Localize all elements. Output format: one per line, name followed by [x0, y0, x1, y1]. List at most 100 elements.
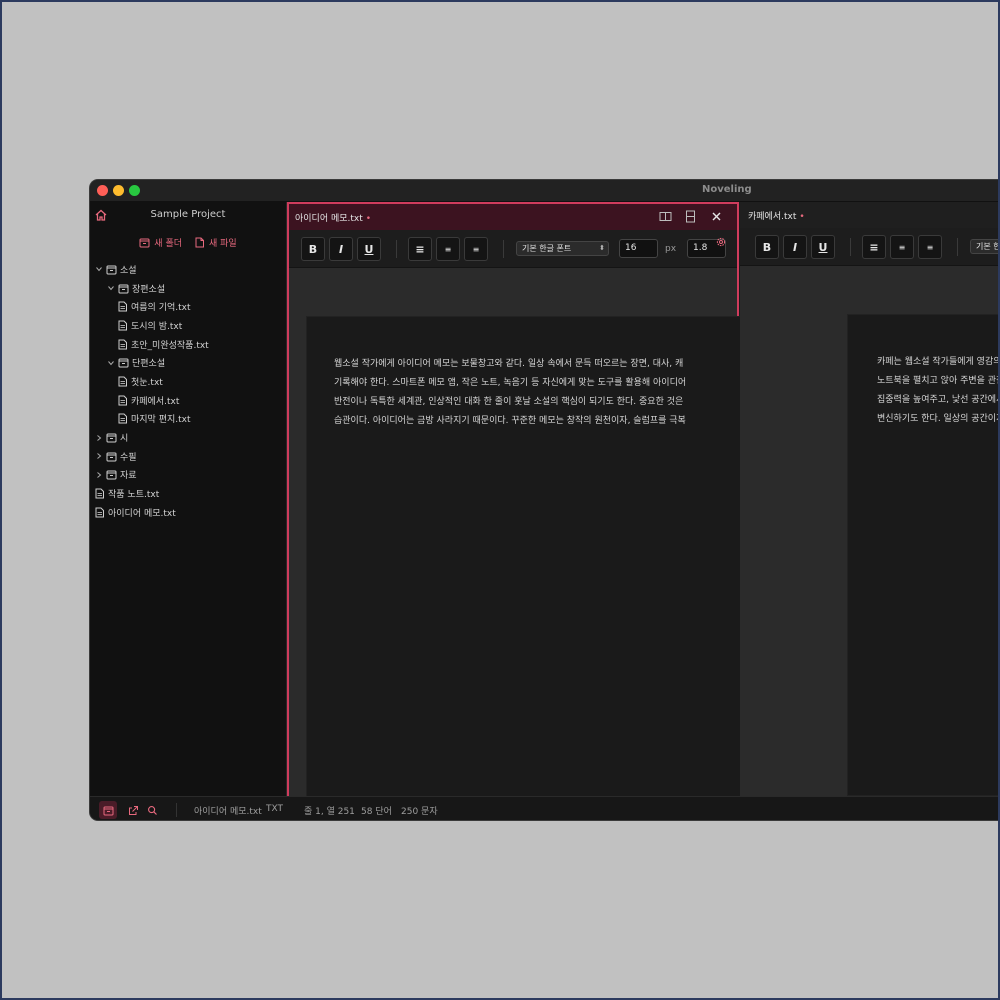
tree-item-label: 카페에서.txt: [131, 396, 180, 407]
editor-text-right[interactable]: 카페는 웹소설 작가들에게 영감의 공간이다. 커피노트북을 펼치고 앉아 주변…: [877, 353, 1000, 429]
file-plus-icon: [195, 237, 204, 247]
align-right-button[interactable]: ≡: [918, 235, 942, 259]
tree-item-label: 초안_미완성작품.txt: [131, 340, 209, 351]
tree-item-label: 소설: [120, 265, 137, 276]
paragraph-line: 습관이다. 아이디어는 금방 사라지기 때문이다. 꾸준한 메모는 창작의 원천…: [334, 416, 686, 426]
toolbar-divider: [396, 240, 397, 258]
chevron-down-icon[interactable]: [106, 283, 116, 293]
font-select[interactable]: 기본 한글 폰트 ⬍: [516, 241, 609, 256]
search-icon: [147, 805, 157, 815]
select-arrows-icon: ⬍: [599, 244, 605, 252]
chevron-right-icon[interactable]: [94, 451, 104, 461]
tree-file[interactable]: 도시의 밤.txt: [90, 316, 286, 335]
split-horizontal-icon[interactable]: [684, 210, 697, 223]
file-icon: [118, 320, 127, 331]
tree-item-label: 도시의 밤.txt: [131, 321, 183, 332]
folder-icon: [103, 806, 113, 815]
editor-pane-left: 아이디어 메모.txt • B I U ≡ ≡ ≡ 기본 한글 폰트 ⬍ 16 …: [287, 202, 741, 798]
tree-item-label: 자료: [120, 471, 137, 482]
tree-file[interactable]: 아이디어 메모.txt: [90, 503, 286, 522]
tree-file[interactable]: 작품 노트.txt: [90, 484, 286, 503]
align-right-button[interactable]: ≡: [464, 237, 488, 261]
app-title: Noveling: [702, 184, 752, 195]
status-word-count: 58 단어: [361, 807, 392, 817]
font-select-value: 기본 한글 폰트: [522, 244, 572, 253]
editor-pane-right: 카페에서.txt • B I U ≡ ≡ ≡ 기본 한 카페는 웹소설 작가들에게…: [740, 202, 1000, 796]
italic-button[interactable]: I: [783, 235, 807, 259]
file-icon: [118, 413, 127, 424]
toolbar-divider: [850, 238, 851, 256]
editor-page-left[interactable]: 웹소설 작가에게 아이디어 메모는 보물창고와 같다. 일상 속에서 문득 떠오…: [306, 316, 741, 798]
align-center-button[interactable]: ≡: [436, 237, 460, 261]
status-cursor-position: 줄 1, 열 251: [304, 807, 355, 817]
chevron-down-icon[interactable]: [106, 358, 116, 368]
split-vertical-icon[interactable]: [659, 210, 672, 223]
project-title: Sample Project: [150, 209, 226, 220]
align-left-button[interactable]: ≡: [408, 237, 432, 261]
toolbar-divider: [957, 238, 958, 256]
file-icon: [118, 395, 127, 406]
modified-indicator: •: [799, 212, 805, 222]
tree-file[interactable]: 여름의 기억.txt: [90, 297, 286, 316]
tree-file[interactable]: 초안_미완성작품.txt: [90, 335, 286, 354]
export-button[interactable]: [124, 801, 142, 819]
toolbar-divider: [503, 240, 504, 258]
bold-button[interactable]: B: [755, 235, 779, 259]
folder-icon: [118, 358, 129, 368]
close-window-button[interactable]: [97, 185, 108, 196]
tree-item-label: 작품 노트.txt: [108, 490, 160, 501]
file-tree: 소설장편소설여름의 기억.txt 도시의 밤.txt 초안_미완성작품.txt 단편소…: [90, 256, 286, 522]
new-file-button[interactable]: 새 파일: [194, 236, 237, 249]
export-icon: [128, 805, 138, 815]
align-left-button[interactable]: ≡: [862, 235, 886, 259]
tree-folder[interactable]: 소설: [90, 260, 286, 279]
file-icon: [118, 301, 127, 312]
tree-item-label: 첫눈.txt: [131, 377, 163, 388]
tree-folder[interactable]: 장편소설: [90, 279, 286, 298]
tree-item-label: 수필: [120, 452, 137, 463]
font-select[interactable]: 기본 한: [970, 239, 1000, 254]
search-button[interactable]: [143, 801, 161, 819]
tree-item-label: 시: [120, 434, 129, 445]
chevron-right-icon[interactable]: [94, 470, 104, 480]
file-icon: [95, 507, 104, 518]
italic-button[interactable]: I: [329, 237, 353, 261]
tab-title-label: 아이디어 메모.txt: [295, 214, 363, 224]
align-center-button[interactable]: ≡: [890, 235, 914, 259]
minimize-window-button[interactable]: [113, 185, 124, 196]
status-file-name: 아이디어 메모.txt: [194, 807, 262, 817]
chevron-right-icon[interactable]: [94, 433, 104, 443]
tree-file[interactable]: 카페에서.txt: [90, 391, 286, 410]
tab-bar-left: 아이디어 메모.txt •: [289, 204, 737, 230]
tree-folder[interactable]: 단편소설: [90, 353, 286, 372]
zoom-window-button[interactable]: [129, 185, 140, 196]
tree-folder[interactable]: 수필: [90, 447, 286, 466]
folder-icon: [118, 284, 129, 294]
underline-button[interactable]: U: [357, 237, 381, 261]
tab-cafe[interactable]: 카페에서.txt •: [748, 209, 805, 222]
explorer-toggle-button[interactable]: [99, 801, 117, 819]
close-tab-icon[interactable]: [710, 210, 723, 223]
tree-file[interactable]: 첫눈.txt: [90, 372, 286, 391]
chevron-down-icon[interactable]: [94, 264, 104, 274]
font-size-unit: px: [665, 244, 677, 254]
tree-folder[interactable]: 자료: [90, 466, 286, 485]
folder-icon: [106, 452, 117, 462]
tree-item-label: 장편소설: [132, 284, 166, 295]
paragraph-line: 기록해야 한다. 스마트폰 메모 앱, 작은 노트, 녹음기 등 자신에게 맞는…: [334, 378, 687, 388]
bold-button[interactable]: B: [301, 237, 325, 261]
editor-page-right[interactable]: 카페는 웹소설 작가들에게 영감의 공간이다. 커피노트북을 펼치고 앉아 주변…: [847, 314, 1000, 796]
tree-folder[interactable]: 시: [90, 428, 286, 447]
tab-ideas-memo[interactable]: 아이디어 메모.txt •: [295, 211, 371, 224]
paragraph-line: 카페는 웹소설 작가들에게 영감의 공간이다. 커피: [877, 357, 1000, 367]
tree-file[interactable]: 마지막 편지.txt: [90, 410, 286, 429]
new-folder-button[interactable]: 새 폴더: [139, 236, 182, 249]
paragraph-line: 웹소설 작가에게 아이디어 메모는 보물창고와 같다. 일상 속에서 문득 떠오…: [334, 359, 684, 369]
format-toolbar-right: B I U ≡ ≡ ≡ 기본 한: [740, 228, 1000, 266]
project-header: Sample Project: [90, 202, 286, 228]
folder-icon: [106, 265, 117, 275]
gear-icon[interactable]: [715, 236, 727, 248]
editor-text-left[interactable]: 웹소설 작가에게 아이디어 메모는 보물창고와 같다. 일상 속에서 문득 떠오…: [334, 355, 741, 431]
underline-button[interactable]: U: [811, 235, 835, 259]
font-size-input[interactable]: 16: [619, 239, 658, 258]
